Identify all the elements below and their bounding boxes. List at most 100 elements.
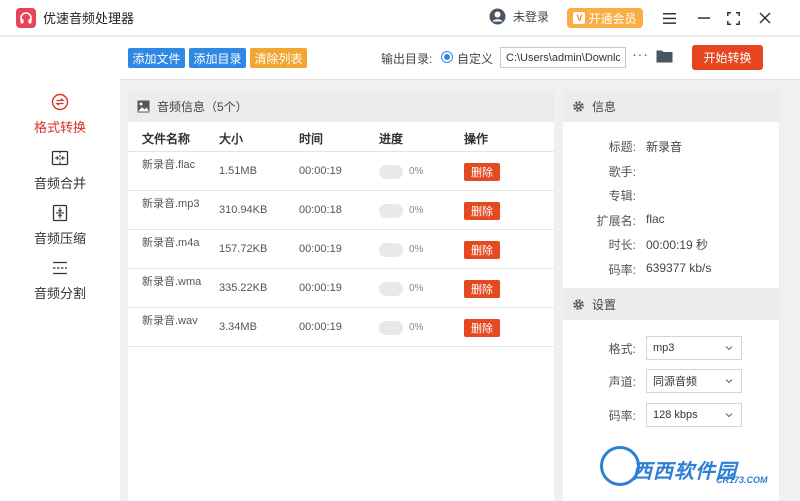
file-size-cell: 1.51MB	[219, 165, 257, 177]
column-header-name: 文件名称	[142, 132, 191, 146]
file-time-cell: 00:00:18	[299, 204, 342, 216]
headphones-logo-icon	[16, 7, 36, 28]
maximize-button[interactable]	[723, 8, 743, 28]
app-title: 优速音频处理器	[43, 11, 135, 26]
output-dir-label: 输出目录:	[381, 52, 433, 66]
settings-panel-title: 设置	[592, 297, 617, 312]
site-watermark: 西西软件园 CR173.COM	[598, 444, 798, 494]
info-row-duration: 时长: 00:00:19 秒	[563, 236, 779, 254]
delete-button[interactable]: 删除	[464, 241, 500, 259]
file-name-cell: 新录音.mp3	[142, 198, 200, 210]
gear-icon	[573, 100, 584, 112]
info-panel-header: 信息	[563, 90, 779, 122]
progress-percent: 0%	[409, 244, 424, 255]
vip-badge-icon: V	[573, 12, 586, 24]
info-key: 专辑:	[608, 189, 636, 203]
file-size-cell: 310.94KB	[219, 204, 268, 216]
progress-bar	[379, 165, 403, 179]
vip-button[interactable]: V 开通会员	[567, 8, 643, 28]
info-value: 00:00:19 秒	[646, 238, 709, 252]
add-directory-button[interactable]: 添加目录	[189, 48, 246, 68]
custom-dir-radio-label[interactable]: 自定义	[457, 50, 493, 67]
login-button[interactable]: 未登录	[489, 8, 549, 25]
add-file-button[interactable]: 添加文件	[128, 48, 185, 68]
folder-icon[interactable]	[656, 49, 673, 63]
table-row[interactable]: 新录音.m4a 157.72KB 00:00:19 0% 删除	[128, 231, 554, 269]
table-row[interactable]: 新录音.wav 3.34MB 00:00:19 0% 删除	[128, 309, 554, 347]
sidebar-item-label: 音频合并	[33, 176, 86, 191]
convert-icon	[51, 93, 69, 111]
info-value: 新录音	[646, 140, 683, 154]
sidebar-item-label: 音频压缩	[33, 231, 86, 246]
split-icon	[53, 261, 67, 275]
minimize-button[interactable]	[694, 8, 714, 28]
sidebar-item-audio-compress[interactable]: 音频压缩	[0, 204, 120, 247]
progress-percent: 0%	[409, 322, 424, 333]
progress-bar	[379, 243, 403, 257]
delete-button[interactable]: 删除	[464, 163, 500, 181]
image-icon	[137, 100, 150, 112]
info-row-artist: 歌手:	[563, 163, 779, 181]
file-time-cell: 00:00:19	[299, 321, 342, 333]
column-header-size: 大小	[219, 132, 244, 146]
info-panel-title: 信息	[592, 99, 617, 114]
info-key: 扩展名:	[596, 214, 636, 228]
delete-button[interactable]: 删除	[464, 319, 500, 337]
watermark-subtext: CR173.COM	[716, 475, 768, 485]
user-avatar-icon	[489, 8, 506, 25]
setting-key: 格式:	[608, 342, 636, 356]
delete-button[interactable]: 删除	[464, 202, 500, 220]
table-header: 文件名称 大小 时间 进度 操作	[128, 122, 554, 152]
file-size-cell: 3.34MB	[219, 321, 257, 333]
sidebar-item-label: 格式转换	[33, 120, 86, 135]
merge-icon	[51, 150, 69, 166]
output-path-input[interactable]	[500, 47, 626, 68]
browse-more-button[interactable]: ···	[632, 46, 649, 62]
compress-icon	[52, 204, 68, 222]
file-list-header: 音频信息（5个）	[128, 90, 554, 122]
menu-button[interactable]	[659, 8, 679, 28]
file-time-cell: 00:00:19	[299, 243, 342, 255]
column-header-time: 时间	[299, 132, 324, 146]
maximize-icon	[726, 11, 740, 25]
close-button[interactable]	[755, 8, 775, 28]
clear-list-button[interactable]: 清除列表	[250, 48, 307, 68]
file-time-cell: 00:00:19	[299, 165, 342, 177]
column-header-progress: 进度	[379, 132, 404, 146]
file-name-cell: 新录音.wma	[142, 276, 202, 288]
close-icon	[759, 12, 771, 24]
table-row[interactable]: 新录音.flac 1.51MB 00:00:19 0% 删除	[128, 153, 554, 191]
table-row[interactable]: 新录音.wma 335.22KB 00:00:19 0% 删除	[128, 270, 554, 308]
bitrate-select[interactable]: 128 kbps	[646, 403, 742, 427]
format-select[interactable]: mp3	[646, 336, 742, 360]
channel-select[interactable]: 同源音频	[646, 369, 742, 393]
title-bar: 优速音频处理器 未登录 V 开通会员	[0, 0, 800, 36]
start-convert-button[interactable]: 开始转换	[692, 45, 763, 70]
chevron-down-icon	[725, 379, 733, 384]
sidebar-item-audio-merge[interactable]: 音频合并	[0, 149, 120, 192]
setting-row-bitrate: 码率: 128 kbps	[563, 403, 779, 427]
file-time-cell: 00:00:19	[299, 282, 342, 294]
setting-row-format: 格式: mp3	[563, 336, 779, 360]
progress-percent: 0%	[409, 205, 424, 216]
sidebar-item-audio-split[interactable]: 音频分割	[0, 259, 120, 302]
delete-button[interactable]: 删除	[464, 280, 500, 298]
file-name-cell: 新录音.m4a	[142, 237, 200, 249]
file-name-cell: 新录音.flac	[142, 159, 196, 171]
table-row[interactable]: 新录音.mp3 310.94KB 00:00:18 0% 删除	[128, 192, 554, 230]
file-size-cell: 335.22KB	[219, 282, 268, 294]
chevron-down-icon	[725, 346, 733, 351]
bitrate-select-value: 128 kbps	[653, 409, 698, 421]
sidebar-item-format-convert[interactable]: 格式转换	[0, 93, 120, 136]
channel-select-value: 同源音频	[653, 376, 697, 388]
setting-key: 码率:	[608, 409, 636, 423]
minimize-icon	[698, 17, 710, 19]
custom-dir-radio[interactable]	[441, 51, 453, 63]
info-row-bitrate: 码率: 639377 kb/s	[563, 261, 779, 279]
vip-button-label: 开通会员	[588, 11, 637, 26]
setting-key: 声道:	[608, 375, 636, 389]
progress-percent: 0%	[409, 166, 424, 177]
progress-bar	[379, 282, 403, 296]
toolbar: 添加文件 添加目录 清除列表 输出目录: 自定义 ··· 开始转换	[120, 37, 800, 80]
sidebar: 格式转换 音频合并 音频压缩 音频分割	[0, 37, 120, 501]
